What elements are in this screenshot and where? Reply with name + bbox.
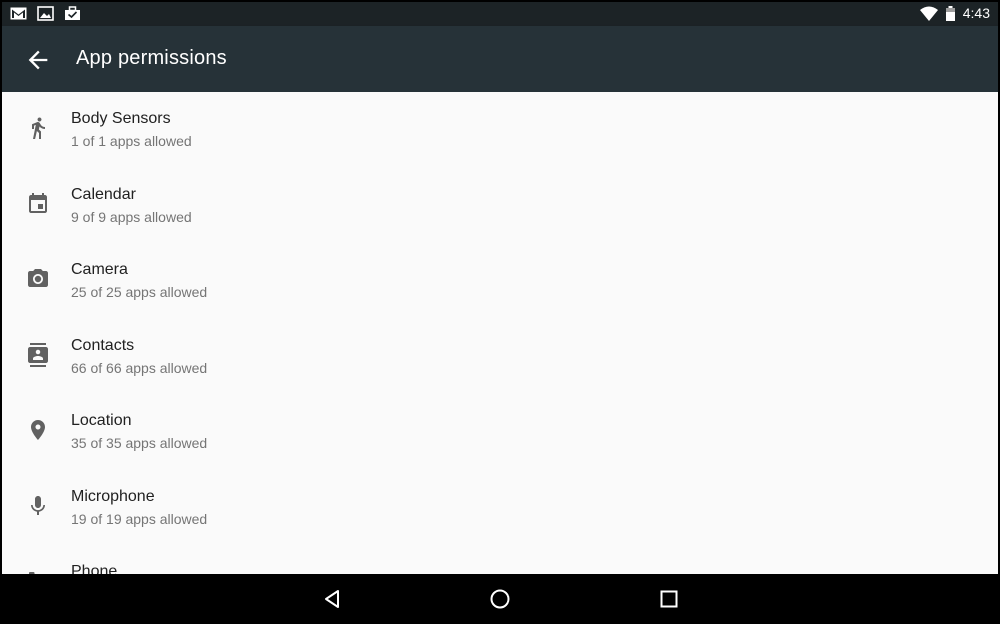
microphone-icon — [26, 494, 50, 518]
permission-item-body-sensors[interactable]: Body Sensors 1 of 1 apps allowed — [2, 92, 998, 168]
page-title: App permissions — [76, 47, 227, 69]
permission-item-phone[interactable]: Phone — [2, 545, 998, 574]
status-bar: 4:43 — [2, 2, 998, 26]
nav-home-button[interactable] — [488, 587, 512, 611]
permission-summary: 1 of 1 apps allowed — [71, 133, 192, 149]
back-button[interactable] — [24, 46, 52, 74]
permission-summary: 19 of 19 apps allowed — [71, 510, 208, 527]
camera-icon — [26, 267, 50, 291]
status-clock: 4:43 — [962, 5, 990, 21]
wifi-icon — [919, 6, 938, 21]
permission-item-contacts[interactable]: Contacts 66 of 66 apps allowed — [2, 319, 998, 395]
back-triangle-icon — [325, 590, 339, 608]
permission-label: Location — [71, 412, 132, 429]
permission-label: Calendar — [71, 185, 136, 203]
briefcase-icon — [65, 6, 80, 20]
permission-summary: 9 of 9 apps allowed — [71, 208, 192, 225]
permission-label: Phone — [71, 563, 118, 574]
permission-summary: 35 of 35 apps allowed — [71, 435, 208, 451]
contacts-icon — [26, 342, 50, 367]
navigation-bar — [0, 574, 1000, 624]
nav-recents-button[interactable] — [657, 587, 681, 611]
walking-person-icon — [26, 116, 50, 140]
home-circle-icon — [490, 589, 510, 609]
arrow-back-icon — [28, 50, 48, 70]
permission-item-camera[interactable]: Camera 25 of 25 apps allowed — [2, 243, 998, 319]
permission-summary: 66 of 66 apps allowed — [71, 359, 208, 376]
notification-icons — [10, 6, 81, 21]
device-frame: 4:43 App permissions Body Sensors 1 of 1… — [0, 0, 1000, 624]
permission-label: Body Sensors — [71, 110, 171, 127]
gmail-icon — [10, 7, 27, 20]
permission-label: Camera — [71, 261, 128, 278]
system-status: 4:43 — [919, 5, 990, 21]
permission-label: Microphone — [71, 487, 155, 505]
location-pin-icon — [26, 418, 50, 442]
battery-icon — [945, 5, 955, 21]
permission-item-location[interactable]: Location 35 of 35 apps allowed — [2, 394, 998, 470]
image-icon — [37, 6, 54, 21]
permission-summary: 25 of 25 apps allowed — [71, 284, 208, 300]
permissions-list[interactable]: Body Sensors 1 of 1 apps allowed Calenda… — [2, 92, 998, 574]
nav-back-button[interactable] — [320, 587, 344, 611]
app-bar: App permissions — [2, 26, 998, 92]
calendar-icon — [26, 192, 50, 216]
recents-square-icon — [660, 590, 678, 608]
permission-item-calendar[interactable]: Calendar 9 of 9 apps allowed — [2, 168, 998, 244]
permission-item-microphone[interactable]: Microphone 19 of 19 apps allowed — [2, 470, 998, 546]
permission-label: Contacts — [71, 336, 135, 354]
